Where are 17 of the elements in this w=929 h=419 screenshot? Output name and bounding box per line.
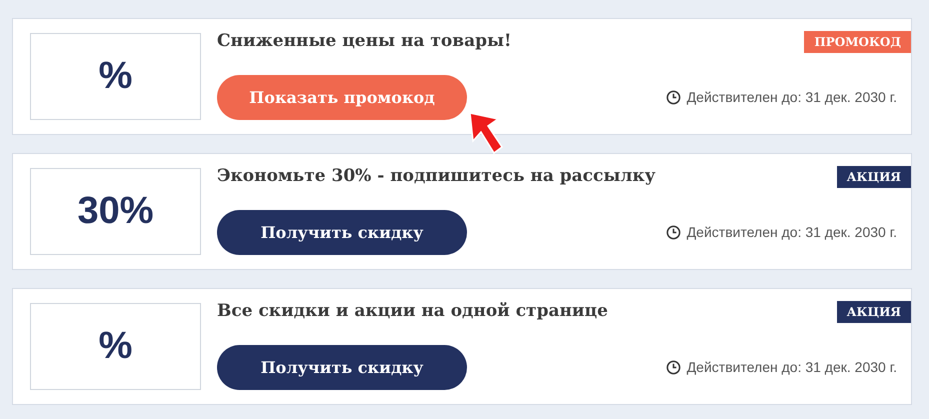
offer-title: Сниженные цены на товары! [217,30,512,53]
clock-icon [666,225,681,240]
offer-logo: % [30,303,201,390]
offer-logo: % [30,33,201,120]
offer-title: Все скидки и акции на одной странице [217,300,608,323]
offer-badge: АКЦИЯ [836,301,911,323]
validity-text: Действителен до: 31 дек. 2030 г. [686,358,897,377]
offer-title: Экономьте 30% - подпишитесь на рассылку [217,165,656,188]
clock-icon [666,90,681,105]
offer-logo: 30% [30,168,201,255]
clock-icon [666,360,681,375]
validity-text: Действителен до: 31 дек. 2030 г. [686,88,897,107]
validity-text: Действителен до: 31 дек. 2030 г. [686,223,897,242]
offer-badge: ПРОМОКОД [804,31,911,53]
offer-badge: АКЦИЯ [836,166,911,188]
offer-button[interactable]: Получить скидку [217,345,467,390]
offer-button[interactable]: Получить скидку [217,210,467,255]
